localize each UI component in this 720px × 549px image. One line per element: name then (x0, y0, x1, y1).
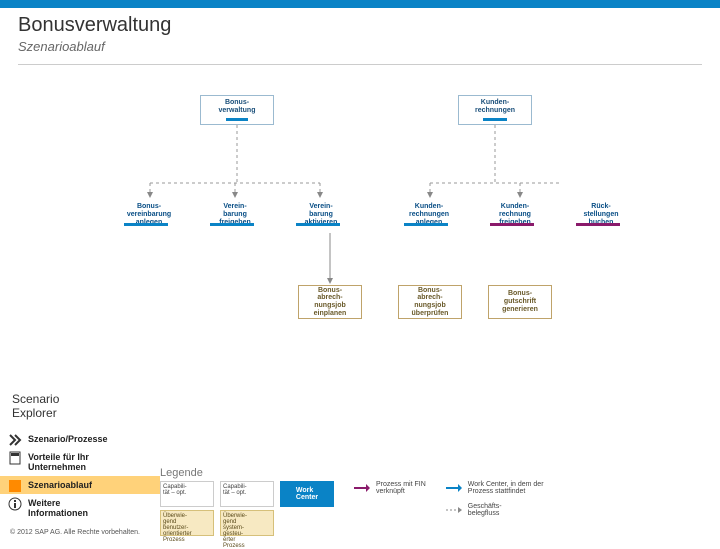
step-bonusvereinbarung-anlegen[interactable]: Bonus- vereinbarung anlegen (112, 197, 190, 233)
entry-kundenrechnungen[interactable]: Kunden- rechnungen (458, 95, 532, 125)
window-accent-bar (0, 0, 720, 8)
nav-weitere-informationen[interactable]: Weitere Informationen (0, 494, 160, 522)
info-icon (8, 497, 22, 511)
copyright: © 2012 SAP AG. Alle Rechte vorbehalten. (10, 529, 140, 536)
sub-bonusabrechnungsjob-einplanen[interactable]: Bonus- abrech- nungsjob einplanen (298, 285, 362, 319)
page-header: Bonusverwaltung Szenarioablauf (0, 8, 720, 56)
step-vereinbarung-freigeben[interactable]: Verein- barung freigeben (198, 197, 276, 233)
sub-1-label: Bonus- abrech- nungsjob einplanen (314, 287, 347, 318)
arrow-blue-icon (446, 483, 462, 493)
step-vereinbarung-aktivieren[interactable]: Verein- barung aktivieren (284, 197, 362, 233)
sub-bonusgutschrift-generieren[interactable]: Bonus- gutschrift generieren (488, 285, 552, 319)
legend-capability-opt: Capabili- tät – opt. (160, 481, 214, 507)
legend-capability-opt-2: Capabili- tät – opt. (220, 481, 274, 507)
chevron-right-icon (8, 433, 22, 447)
nav-szenarioablauf[interactable]: Szenarioablauf (0, 476, 160, 494)
step-kundenrechnungen-anlegen[interactable]: Kunden- rechnungen anlegen (392, 197, 470, 233)
arrow-dashed-icon (446, 505, 462, 515)
legend-wc-desc: Work Center, in dem der Prozess stattfin… (446, 481, 544, 495)
nav-szenario-prozesse[interactable]: Szenario/Prozesse (0, 430, 160, 448)
sub-bonusabrechnungsjob-ueberpruefen[interactable]: Bonus- abrech- nungsjob überprüfen (398, 285, 462, 319)
page-subtitle: Szenarioablauf (18, 39, 702, 54)
scenario-explorer-title: Scenario Explorer (12, 392, 59, 420)
step-kundenrechnung-freigeben[interactable]: Kunden- rechnung freigeben (478, 197, 556, 233)
legend-user-process: Überwie- gend benutzer- orientierter Pro… (160, 510, 214, 536)
flow-canvas: Bonus- verwaltung Kunden- rechnungen Bon… (0, 65, 720, 385)
nav-item-3-label: Szenarioablauf (28, 480, 92, 490)
nav-item-2-label: Vorteile für Ihr Unternehmen (28, 452, 89, 472)
calculator-icon (8, 451, 22, 465)
arrow-purple-icon (354, 483, 370, 493)
entry-bonusverwaltung[interactable]: Bonus- verwaltung (200, 95, 274, 125)
sub-2-label: Bonus- abrech- nungsjob überprüfen (412, 287, 449, 318)
legend-system-process: Überwie- gend system- gesteu- erter Proz… (220, 510, 274, 536)
flow-icon (8, 479, 22, 493)
legend-work-center: Work Center (280, 481, 334, 507)
step-rueckstellungen-buchen[interactable]: Rück- stellungen buchen (564, 197, 642, 233)
nav-item-4-label: Weitere Informationen (28, 498, 88, 518)
entry-kunden-label: Kunden- rechnungen (475, 99, 515, 114)
entry-bonus-label: Bonus- verwaltung (219, 99, 256, 114)
legend: Legende Capabili- tät – opt. Überwie- ge… (160, 467, 700, 536)
sub-3-label: Bonus- gutschrift generieren (502, 290, 538, 313)
page-title: Bonusverwaltung (18, 14, 702, 37)
legend-fin-link: Prozess mit FIN verknüpft (354, 481, 426, 495)
legend-title: Legende (160, 467, 700, 479)
nav-vorteile[interactable]: Vorteile für Ihr Unternehmen (0, 448, 160, 476)
legend-biz-doc: Geschäfts- belegfluss (446, 503, 544, 517)
nav-item-1-label: Szenario/Prozesse (28, 434, 108, 444)
